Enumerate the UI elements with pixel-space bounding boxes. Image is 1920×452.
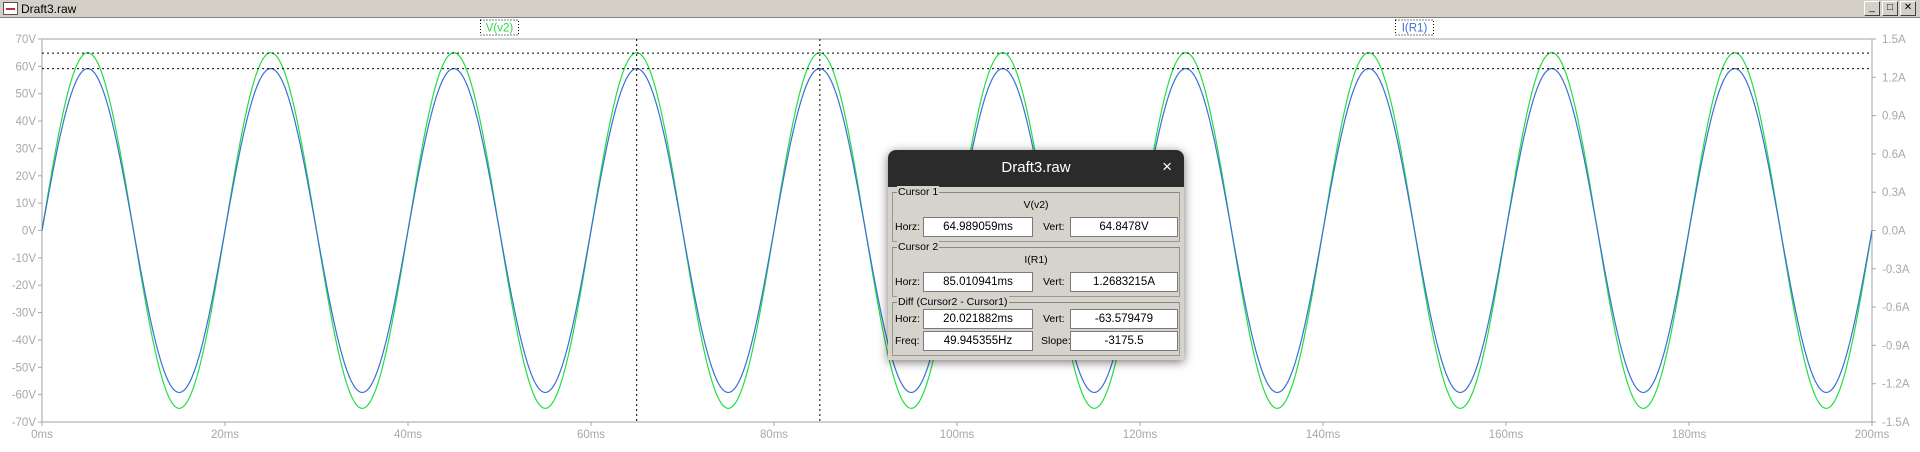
cursor1-vert-label: Vert: [1043, 221, 1065, 233]
legend-label[interactable]: I(R1) [1402, 23, 1428, 35]
y-left-tick-label: -40V [12, 335, 37, 347]
y-right-tick-label: 1.5A [1882, 34, 1906, 46]
y-left-tick-label: -10V [12, 253, 37, 265]
diff-slope-label: Slope: [1041, 335, 1071, 347]
minimize-button[interactable]: _ [1864, 1, 1880, 16]
x-tick-label: 100ms [940, 429, 975, 441]
diff-label: Diff (Cursor2 - Cursor1) [897, 296, 1009, 308]
y-left-tick-label: -30V [12, 308, 37, 320]
y-left-tick-label: 40V [16, 116, 37, 128]
y-left-tick-label: 20V [16, 171, 37, 183]
y-right-tick-label: -1.5A [1882, 417, 1910, 429]
y-left-tick-label: 30V [16, 143, 37, 155]
cursor1-trace: V(v2) [1023, 199, 1049, 211]
diff-group: Diff (Cursor2 - Cursor1) Horz: 20.021882… [892, 296, 1180, 356]
y-right-tick-label: -0.3A [1882, 264, 1910, 276]
y-left-tick-label: 60V [16, 61, 37, 73]
y-right-tick-label: -0.6A [1882, 302, 1910, 314]
cursor2-horz-label: Horz: [895, 276, 921, 288]
x-tick-label: 60ms [577, 429, 605, 441]
cursor2-group: Cursor 2 I(R1) Horz: 85.010941ms Vert: 1… [892, 241, 1180, 297]
y-left-tick-label: -50V [12, 362, 37, 374]
cursor2-vert-field[interactable]: 1.2683215A [1070, 272, 1178, 292]
window-title: Draft3.raw [21, 2, 77, 16]
cursor1-horz-label: Horz: [895, 221, 921, 233]
x-tick-label: 0ms [31, 429, 53, 441]
x-tick-label: 160ms [1489, 429, 1524, 441]
y-right-tick-label: 0.0A [1882, 226, 1906, 238]
x-tick-label: 20ms [211, 429, 239, 441]
y-right-tick-label: 0.3A [1882, 187, 1906, 199]
y-left-tick-label: 0V [22, 226, 36, 238]
diff-slope-field[interactable]: -3175.5 [1070, 331, 1178, 351]
maximize-button[interactable]: □ [1882, 1, 1898, 16]
cursor2-trace: I(R1) [1024, 254, 1048, 266]
close-window-button[interactable]: ✕ [1900, 1, 1916, 16]
y-left-tick-label: 10V [16, 198, 37, 210]
y-left-tick-label: -70V [12, 417, 37, 429]
window-titlebar: Draft3.raw _ □ ✕ [0, 0, 1920, 18]
y-right-tick-label: 0.9A [1882, 111, 1906, 123]
y-right-tick-label: -1.2A [1882, 379, 1910, 391]
diff-freq-field[interactable]: 49.945355Hz [923, 331, 1033, 351]
cursor1-vert-field[interactable]: 64.8478V [1070, 217, 1178, 237]
dialog-close-button[interactable]: × [1162, 158, 1172, 176]
dialog-header[interactable]: Draft3.raw × [888, 150, 1184, 187]
diff-horz-field[interactable]: 20.021882ms [923, 309, 1033, 329]
y-right-tick-label: 0.6A [1882, 149, 1906, 161]
legend-label[interactable]: V(v2) [486, 23, 514, 35]
cursor1-label: Cursor 1 [897, 186, 940, 198]
diff-horz-label: Horz: [895, 313, 921, 325]
y-right-tick-label: 1.2A [1882, 72, 1906, 84]
y-left-tick-label: 70V [16, 34, 37, 46]
x-tick-label: 140ms [1306, 429, 1341, 441]
y-left-tick-label: 50V [16, 89, 37, 101]
waveform-app-icon [3, 2, 18, 15]
cursor-dialog[interactable]: Draft3.raw × Cursor 1 V(v2) Horz: 64.989… [888, 150, 1184, 360]
diff-vert-field[interactable]: -63.579479 [1070, 309, 1178, 329]
x-tick-label: 180ms [1672, 429, 1707, 441]
cursor2-horz-field[interactable]: 85.010941ms [923, 272, 1033, 292]
cursor1-group: Cursor 1 V(v2) Horz: 64.989059ms Vert: 6… [892, 186, 1180, 242]
cursor2-label: Cursor 2 [897, 241, 940, 253]
x-tick-label: 120ms [1123, 429, 1158, 441]
dialog-title: Draft3.raw [1001, 159, 1071, 176]
cursor1-horz-field[interactable]: 64.989059ms [923, 217, 1033, 237]
diff-vert-label: Vert: [1043, 313, 1065, 325]
y-right-tick-label: -0.9A [1882, 340, 1910, 352]
cursor2-vert-label: Vert: [1043, 276, 1065, 288]
x-tick-label: 40ms [394, 429, 422, 441]
y-left-tick-label: -20V [12, 280, 37, 292]
y-left-tick-label: -60V [12, 390, 37, 402]
x-tick-label: 200ms [1855, 429, 1890, 441]
diff-freq-label: Freq: [895, 335, 920, 347]
x-tick-label: 80ms [760, 429, 788, 441]
